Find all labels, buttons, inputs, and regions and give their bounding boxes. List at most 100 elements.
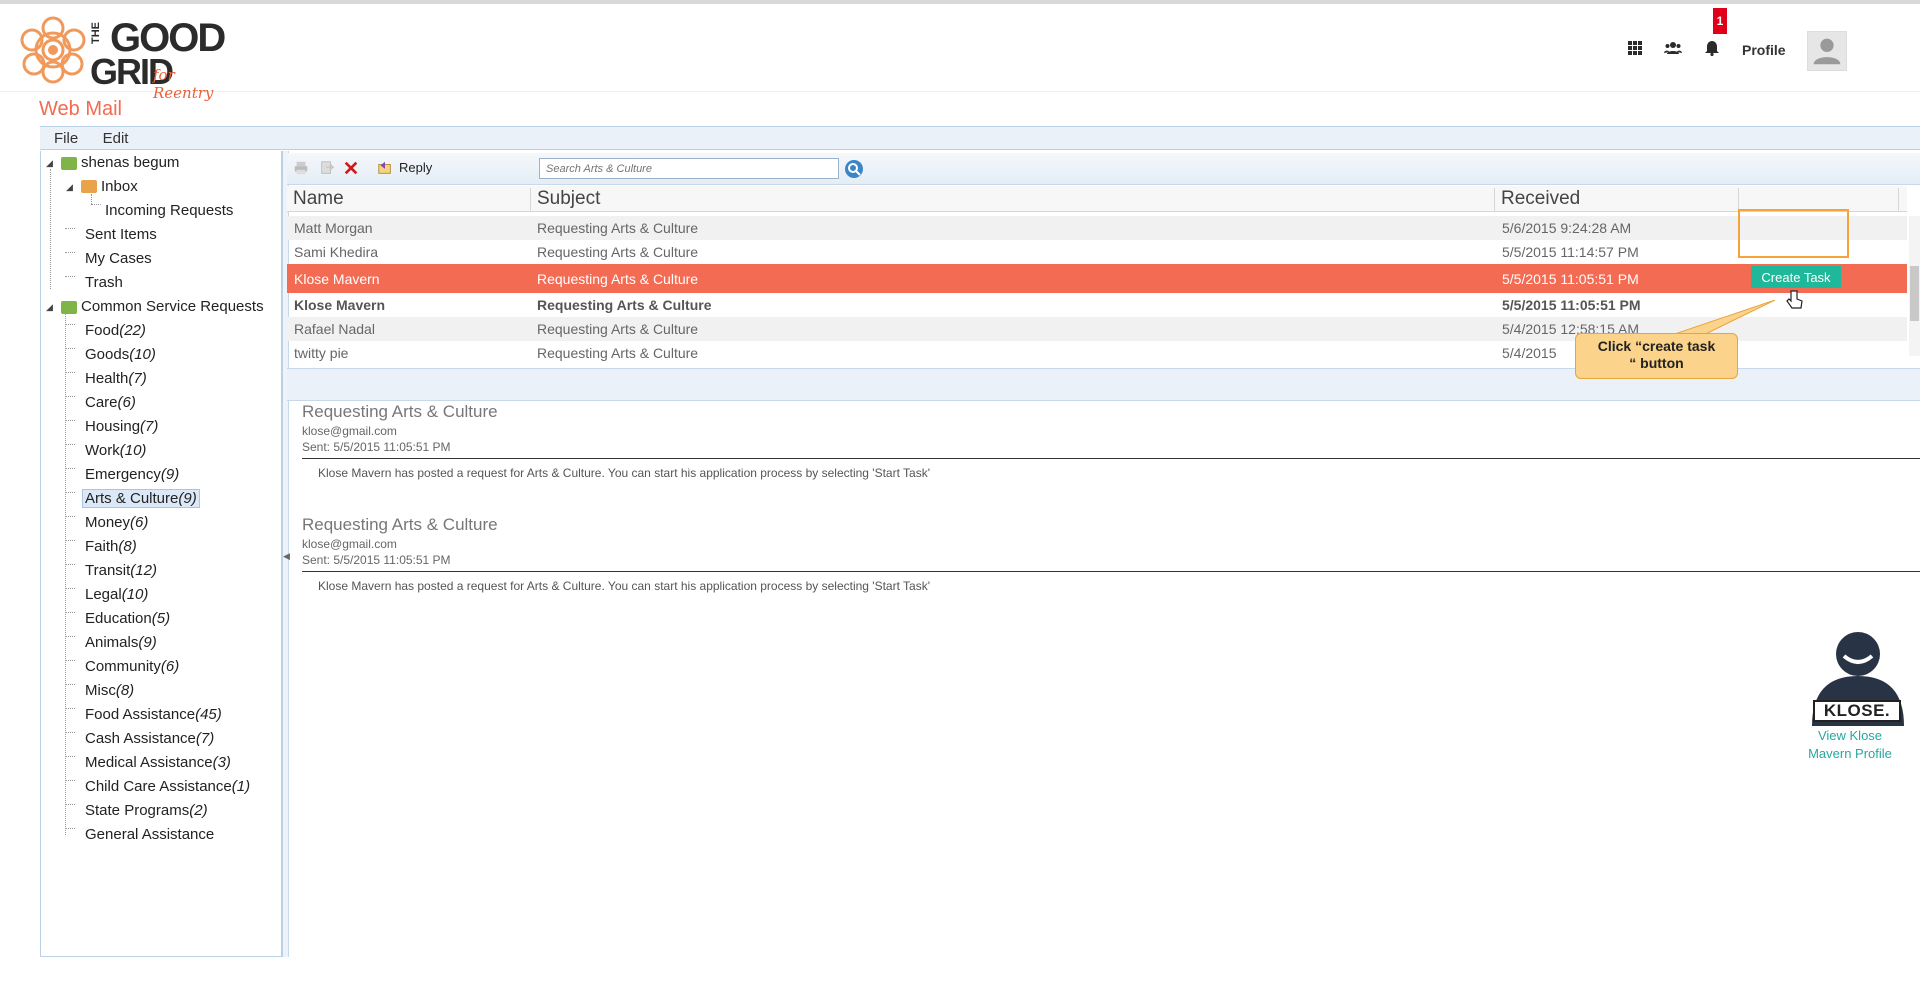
collapse-inbox-icon[interactable]: ◢ — [66, 183, 74, 192]
cell-name: Matt Morgan — [294, 220, 373, 236]
tree-category-item[interactable]: Money(6) — [85, 514, 148, 531]
category-count-value: 3 — [217, 754, 226, 771]
category-label: Arts & Culture — [85, 490, 179, 507]
grid-scrollbar[interactable] — [1909, 216, 1920, 356]
tree-category-item[interactable]: Cash Assistance(7) — [85, 730, 214, 747]
callout-line: Click “create task — [1597, 338, 1716, 354]
category-label: Goods — [85, 346, 130, 363]
category-count-value: 6 — [135, 514, 144, 531]
column-subject[interactable]: Subject — [531, 188, 1495, 212]
tree-connector — [65, 612, 75, 613]
category-count: (7) — [195, 730, 215, 747]
reply-icon[interactable] — [377, 160, 395, 178]
app-header: THE GOOD GRID for Reentry 1 Profile — [0, 4, 1920, 102]
create-task-button[interactable]: Create Task — [1751, 266, 1841, 288]
tree-connector — [65, 468, 75, 469]
table-row[interactable]: Matt Morgan Requesting Arts & Culture 5/6/… — [287, 216, 1907, 240]
message-from: klose@gmail.com — [302, 424, 397, 438]
menu-edit[interactable]: Edit — [103, 127, 129, 147]
view-profile-link[interactable]: View Klose Mavern Profile — [1800, 727, 1900, 763]
tree-category-item[interactable]: Faith(8) — [85, 538, 137, 555]
cell-received: 5/5/2015 11:14:57 PM — [1502, 244, 1639, 260]
tree-category-item[interactable]: Housing(7) — [85, 418, 158, 435]
search-icon[interactable] — [845, 160, 863, 178]
tree-common-service-requests[interactable]: Common Service Requests — [81, 298, 264, 315]
view-profile-link-line[interactable]: View Klose — [1800, 727, 1900, 745]
category-label: Emergency — [85, 466, 161, 483]
profile-link[interactable]: Profile — [1742, 42, 1786, 58]
tree-category-item[interactable]: Health(7) — [85, 370, 147, 387]
tree-category-item[interactable]: Arts & Culture(9) — [82, 489, 200, 508]
apps-grid-icon[interactable] — [1627, 40, 1647, 60]
category-label: Child Care Assistance — [85, 778, 232, 795]
category-label: Food — [85, 322, 120, 339]
menu-file[interactable]: File — [54, 127, 78, 147]
tree-connector — [50, 169, 51, 289]
table-row[interactable]: Sami Khedira Requesting Arts & Culture 5/5… — [287, 240, 1907, 264]
category-count: (8) — [115, 682, 135, 699]
category-label: Animals — [85, 634, 139, 651]
klose-name-badge: KLOSE. — [1813, 700, 1901, 722]
tree-category-item[interactable]: Animals(9) — [85, 634, 157, 651]
tree-my-cases[interactable]: My Cases — [85, 250, 152, 267]
category-count: (8) — [118, 538, 137, 555]
tree-connector — [65, 804, 75, 805]
flower-logo-icon — [20, 16, 86, 84]
tree-category-item[interactable]: State Programs(2) — [85, 802, 208, 819]
cell-subject: Requesting Arts & Culture — [537, 244, 699, 260]
tree-account[interactable]: shenas begum — [81, 154, 179, 171]
tree-inbox[interactable]: Inbox — [101, 178, 138, 195]
tree-sent-items[interactable]: Sent Items — [85, 226, 157, 243]
good-grid-logo[interactable]: THE GOOD GRID for Reentry — [18, 12, 238, 102]
print-icon[interactable] — [293, 160, 311, 178]
collapse-common-icon[interactable]: ◢ — [46, 303, 54, 312]
message-sent: Sent: 5/5/2015 11:05:51 PM — [302, 553, 451, 567]
tree-category-item[interactable]: Transit(12) — [85, 562, 157, 579]
collapse-account-icon[interactable]: ◢ — [46, 159, 54, 168]
category-count-value: 5 — [156, 610, 166, 627]
tree-incoming-requests[interactable]: Incoming Requests — [105, 202, 233, 219]
tree-category-item[interactable]: Food(22) — [85, 322, 146, 339]
tree-category-item[interactable]: Medical Assistance(3) — [85, 754, 231, 771]
tree-category-item[interactable]: Work(10) — [85, 442, 146, 459]
column-name[interactable]: Name — [287, 188, 531, 212]
tree-connector — [65, 540, 75, 541]
people-icon[interactable] — [1664, 40, 1684, 60]
cell-received: 5/4/2015 — [1502, 345, 1557, 361]
category-label: Legal — [85, 586, 122, 603]
notification-badge: 1 — [1713, 8, 1727, 34]
bell-icon[interactable] — [1704, 40, 1724, 60]
tree-category-item[interactable]: General Assistance — [85, 826, 214, 843]
category-count-value: 10 — [134, 346, 151, 363]
tree-category-item[interactable]: Community(6) — [85, 658, 179, 675]
person-icon — [1813, 38, 1841, 65]
category-label: Faith — [85, 538, 119, 555]
tree-category-item[interactable]: Legal(10) — [85, 586, 148, 603]
tree-category-item[interactable]: Misc(8) — [85, 682, 134, 699]
tree-trash[interactable]: Trash — [85, 274, 123, 291]
view-profile-link-line[interactable]: Mavern Profile — [1800, 745, 1900, 763]
search-input[interactable] — [539, 158, 839, 179]
tree-connector — [91, 194, 92, 204]
column-received[interactable]: Received — [1495, 188, 1739, 212]
cell-subject: Requesting Arts & Culture — [537, 297, 712, 313]
tree-category-item[interactable]: Food Assistance(45) — [85, 706, 222, 723]
scroll-thumb[interactable] — [1910, 266, 1919, 321]
instruction-callout: Click “create task “ button — [1575, 333, 1738, 379]
user-avatar[interactable] — [1807, 31, 1847, 71]
message-sent: Sent: 5/5/2015 11:05:51 PM — [302, 440, 451, 454]
table-row[interactable]: Klose Mavern Requesting Arts & Culture 5/5… — [287, 264, 1907, 293]
tree-category-item[interactable]: Emergency(9) — [85, 466, 179, 483]
folder-tree: ◢ shenas begum ◢ Inbox Incoming Requests… — [40, 151, 283, 957]
category-label: Misc — [85, 682, 116, 699]
delete-icon[interactable] — [343, 160, 361, 178]
category-label: Medical Assistance — [85, 754, 213, 771]
reply-button[interactable]: Reply — [399, 160, 432, 175]
tree-category-item[interactable]: Education(5) — [85, 610, 170, 627]
tree-category-item[interactable]: Child Care Assistance(1) — [85, 778, 250, 795]
tree-category-item[interactable]: Goods(10) — [85, 346, 156, 363]
cell-name: Klose Mavern — [294, 271, 380, 287]
move-icon[interactable] — [319, 160, 337, 178]
collapse-left-icon[interactable]: ◀ — [283, 551, 290, 562]
tree-category-item[interactable]: Care(6) — [85, 394, 136, 411]
